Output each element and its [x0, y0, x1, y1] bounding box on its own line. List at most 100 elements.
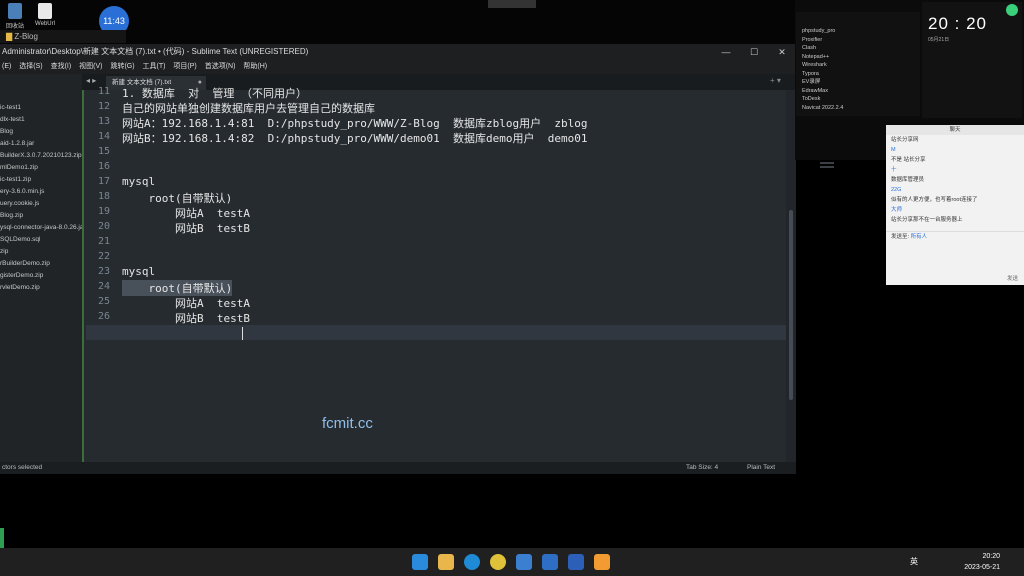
- status-syntax[interactable]: Plain Text: [747, 462, 775, 474]
- input-language[interactable]: 英: [910, 556, 918, 567]
- sidebar-file[interactable]: Blog.zip: [0, 210, 82, 222]
- menu-preferences[interactable]: 首选项(N): [205, 63, 236, 70]
- status-tab-size[interactable]: Tab Size: 4: [686, 462, 718, 474]
- menu-help[interactable]: 帮助(H): [243, 63, 267, 70]
- app-item[interactable]: ToDesk: [796, 95, 920, 104]
- app-item[interactable]: Clash: [796, 44, 920, 53]
- minimize-icon[interactable]: —: [712, 44, 740, 60]
- sidebar-file[interactable]: aid-1.2.8.jar: [0, 138, 82, 150]
- chat-window: 聊天 站长分享网 M 不是 站长分享 十 数据库管理员 22G 似有的人更方便，…: [886, 125, 1024, 285]
- sidebar-file[interactable]: zip: [0, 246, 82, 258]
- close-icon[interactable]: ✕: [768, 44, 796, 60]
- menu-find[interactable]: 查找(I): [51, 63, 72, 70]
- chat-recipient-row[interactable]: 发送至: 所有人: [886, 231, 1024, 242]
- menu-tools[interactable]: 工具(T): [143, 63, 166, 70]
- sidebar-file[interactable]: dlx-test1: [0, 114, 82, 126]
- sidebar-file[interactable]: gisterDemo.zip: [0, 270, 82, 282]
- menu-selection[interactable]: 选择(S): [19, 63, 42, 70]
- scroll-thumb[interactable]: [789, 210, 793, 400]
- chat-recipient[interactable]: 所有人: [911, 234, 928, 240]
- chat-title: 聊天: [886, 125, 1024, 135]
- maximize-icon[interactable]: ☐: [740, 44, 768, 60]
- chrome-icon[interactable]: [490, 554, 506, 570]
- sublime-window: Administrator\Desktop\新建 文本文档 (7).txt • …: [0, 44, 858, 474]
- chat-sender: 22G: [891, 187, 902, 193]
- line-number: 17: [97, 176, 110, 187]
- code-line: 网站A testA: [122, 207, 250, 220]
- sidebar-file[interactable]: rBuilderDemo.zip: [0, 258, 82, 270]
- file-sidebar: ic-test1 dlx-test1 Blog aid-1.2.8.jar Bu…: [0, 74, 82, 462]
- app-item[interactable]: Typora: [796, 70, 920, 79]
- line-number: 22: [97, 251, 110, 262]
- taskbar-clock[interactable]: 20:20 2023-05-21: [960, 551, 1000, 573]
- sidebar-file[interactable]: mlDemo1.zip: [0, 162, 82, 174]
- chat-message: 数据库管理员: [891, 177, 925, 183]
- tab-nav-arrows-icon[interactable]: ◂ ▸: [86, 76, 96, 85]
- sidebar-file[interactable]: Blog: [0, 126, 82, 138]
- taskbar-time: 20:20: [982, 553, 1000, 560]
- sidebar-file[interactable]: ysql-connector-java-8.0.26.jar: [0, 222, 82, 234]
- app-item[interactable]: EV录屏: [796, 78, 920, 87]
- sidebar-file[interactable]: ic-test1.zip: [0, 174, 82, 186]
- menu-goto[interactable]: 跳转(G): [110, 63, 134, 70]
- app-item[interactable]: EdrawMax: [796, 87, 920, 96]
- code-line: mysql: [122, 175, 156, 188]
- window-edge-accent: [0, 528, 4, 548]
- status-selection: ctors selected: [2, 464, 43, 471]
- code-line: 网站B：192.168.1.4:82 D:/phpstudy_pro/WWW/d…: [122, 132, 588, 145]
- line-number: 25: [97, 296, 110, 307]
- line-number: 21: [97, 236, 110, 247]
- app-icon[interactable]: [516, 554, 532, 570]
- chat-sender: 大师: [891, 207, 903, 213]
- start-icon[interactable]: [412, 554, 428, 570]
- line-number: 24: [97, 281, 110, 292]
- sublime-text-icon[interactable]: [594, 554, 610, 570]
- app-item[interactable]: phpstudy_pro: [796, 27, 920, 36]
- sidebar-file[interactable]: ery-3.6.0.min.js: [0, 186, 82, 198]
- taskbar: 英 20:20 2023-05-21: [0, 548, 1024, 576]
- phpstudy-icon[interactable]: [568, 554, 584, 570]
- menu-project[interactable]: 项目(P): [173, 63, 196, 70]
- new-tab-icon[interactable]: + ▾: [770, 76, 781, 85]
- apps-list: phpstudy_pro Proxifier Clash Notepad++ W…: [796, 12, 920, 116]
- code-line: 自己的网站单独创建数据库用户去管理自己的数据库: [122, 102, 375, 115]
- menu-view[interactable]: 视图(V): [79, 63, 102, 70]
- explorer-title-text: Z-Blog: [14, 32, 38, 41]
- code-line-selected: root(自带默认): [122, 280, 233, 296]
- chat-send-button[interactable]: 发送: [1007, 274, 1018, 282]
- file-explorer-icon[interactable]: [438, 554, 454, 570]
- edge-browser-icon[interactable]: [464, 554, 480, 570]
- app-item[interactable]: Wireshark: [796, 61, 920, 70]
- sidebar-file[interactable]: rvletDemo.zip: [0, 282, 82, 294]
- app-item[interactable]: Notepad++: [796, 53, 920, 62]
- menu-edit[interactable]: (E): [2, 63, 11, 70]
- recycle-bin-icon[interactable]: 回收站: [0, 3, 30, 30]
- code-line: mysql: [122, 265, 156, 278]
- app-item[interactable]: Proxifier: [796, 36, 920, 45]
- code-line: 网站A testA: [122, 297, 250, 310]
- taskbar-date: 2023-05-21: [964, 564, 1000, 571]
- title-bar[interactable]: Administrator\Desktop\新建 文本文档 (7).txt • …: [0, 44, 796, 60]
- code-line: 网站B testB: [122, 312, 250, 325]
- file-icon[interactable]: WebUrl: [30, 3, 60, 27]
- chat-message: 不是 站长分享: [891, 157, 926, 163]
- app-item[interactable]: Navicat 2022.2.4: [796, 104, 920, 113]
- explorer-window-title[interactable]: ▇ Z-Blog: [0, 30, 126, 43]
- code-editor[interactable]: 11 1. 数据库 对 管理 （不同用户） 12 自己的网站单独创建数据库用户去管理自…: [82, 86, 858, 462]
- sidebar-file[interactable]: SQLDemo.sql: [0, 234, 82, 246]
- status-bar: ctors selected Tab Size: 4 Plain Text: [0, 462, 796, 474]
- sidebar-file[interactable]: uery.cookie.js: [0, 198, 82, 210]
- desktop-icon-label: 回收站: [5, 24, 24, 30]
- sidebar-file[interactable]: ic-test1: [0, 102, 82, 114]
- app-icon[interactable]: [542, 554, 558, 570]
- line-number: 19: [97, 206, 110, 217]
- line-number: 14: [97, 131, 110, 142]
- chat-sender: M: [891, 147, 896, 153]
- line-number: 20: [97, 221, 110, 232]
- sidebar-file[interactable]: BuilderX.3.0.7.20210123.zip: [0, 150, 82, 162]
- chat-message: 站长分享那不在一台服务器上: [891, 217, 963, 223]
- chat-message: 似有的人更方便，也写着root连接了: [891, 197, 978, 203]
- line-number: 15: [97, 146, 110, 157]
- code-line: 1. 数据库 对 管理 （不同用户）: [122, 87, 307, 100]
- line-number: 18: [97, 191, 110, 202]
